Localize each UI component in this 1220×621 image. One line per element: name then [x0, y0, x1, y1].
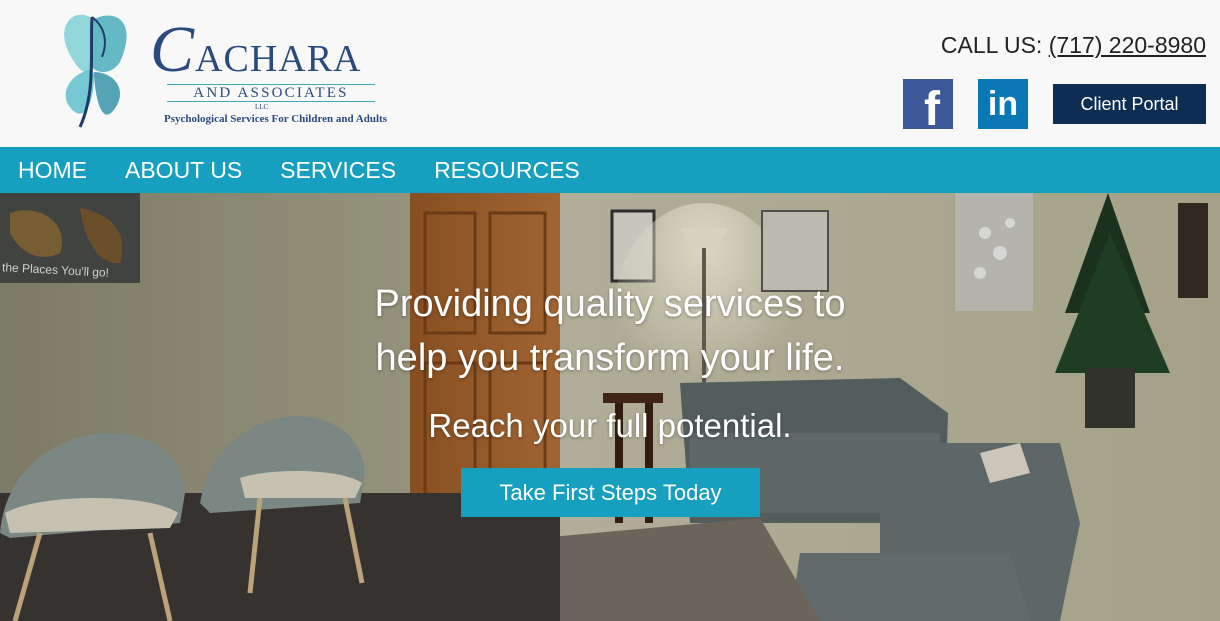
hero-subtitle: Reach your full potential.	[428, 407, 792, 444]
butterfly-logo-icon	[64, 14, 127, 128]
facebook-icon[interactable]: f	[903, 79, 953, 136]
brand-associates: AND ASSOCIATES	[167, 84, 375, 102]
take-first-steps-button[interactable]: Take First Steps Today	[461, 468, 760, 517]
nav-item-resources[interactable]: RESOURCES	[434, 157, 580, 184]
brand-name-initial: C	[150, 13, 196, 86]
client-portal-button[interactable]: Client Portal	[1053, 84, 1206, 124]
call-us-label: CALL US:	[940, 32, 1043, 58]
facebook-glyph: f	[924, 82, 940, 136]
site-header: CACHARA AND ASSOCIATES LLC Psychological…	[0, 0, 1220, 147]
phone-link[interactable]: (717) 220-8980	[1049, 32, 1206, 58]
brand-tagline: Psychological Services For Children and …	[164, 113, 387, 125]
nav-item-home[interactable]: HOME	[18, 157, 87, 184]
nav-item-about-us[interactable]: ABOUT US	[125, 157, 242, 184]
main-nav: HOME ABOUT US SERVICES RESOURCES	[0, 147, 1220, 193]
brand-name-rest: ACHARA	[195, 38, 362, 80]
linkedin-icon[interactable]: in	[978, 79, 1028, 129]
hero-title: Providing quality services to help you t…	[0, 277, 1220, 385]
hero-section: the Places You'll go! Providing quality …	[0, 193, 1220, 621]
site-logo[interactable]: CACHARA AND ASSOCIATES LLC Psychological…	[50, 12, 387, 132]
brand-llc: LLC	[255, 103, 269, 111]
call-us: CALL US: (717) 220-8980	[941, 32, 1206, 59]
brand-name: CACHARA	[150, 17, 362, 89]
hero-title-line-1: Providing quality services to	[374, 283, 846, 325]
hero-title-line-2: help you transform your life.	[375, 337, 845, 379]
linkedin-glyph: in	[987, 84, 1019, 123]
nav-item-services[interactable]: SERVICES	[280, 157, 396, 184]
